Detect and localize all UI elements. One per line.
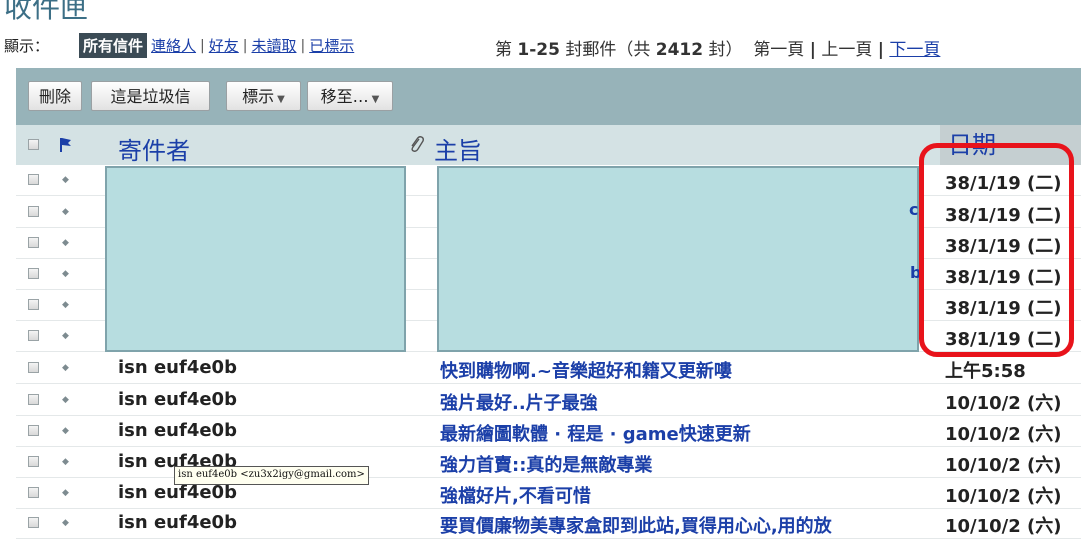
flag-icon[interactable]	[59, 137, 73, 153]
subject-column-header[interactable]: 主旨	[434, 131, 482, 166]
message-sender: isn euf4e0b	[118, 482, 237, 503]
row-checkbox[interactable]	[28, 362, 39, 373]
mark-label: 標示	[242, 87, 275, 106]
filter-separator: |	[242, 37, 248, 54]
message-subject-link[interactable]: 快到購物啊.~音樂超好和籍又更新嘍	[440, 357, 946, 383]
message-subject-link[interactable]: 最新繪圖軟體 · 程是 · game快速更新	[440, 420, 946, 446]
message-sender: isn euf4e0b	[118, 512, 237, 533]
dot-flag-icon[interactable]: ◆	[62, 488, 69, 498]
row-checkbox[interactable]	[28, 299, 39, 310]
message-row[interactable]: ◆ isn euf4e0b 快到購物啊.~音樂超好和籍又更新嘍 上午5:58	[16, 353, 1081, 384]
filter-separator: |	[300, 37, 306, 54]
message-date: 10/10/2 (六)	[945, 424, 1062, 445]
message-date: 10/10/2 (六)	[945, 455, 1062, 476]
message-row[interactable]: ◆ isn euf4e0b 要買價廉物美專家盒即到此站,買得用心心,用的放 10…	[16, 508, 1081, 539]
filter-all-mail[interactable]: 所有信件	[79, 33, 148, 58]
pager-mid: 封郵件（共	[559, 40, 656, 60]
chevron-down-icon: ▼	[277, 94, 285, 105]
prev-page-label: 上一頁	[821, 40, 873, 60]
next-page-link[interactable]: 下一頁	[889, 40, 940, 60]
pager-suffix: 封）	[703, 40, 743, 60]
message-date: 10/10/2 (六)	[945, 516, 1062, 537]
row-checkbox[interactable]	[28, 268, 39, 279]
pager-separator: |	[877, 40, 884, 60]
message-sender: isn euf4e0b	[118, 389, 237, 410]
row-checkbox[interactable]	[28, 425, 39, 436]
filter-links: 所有信件 連絡人 | 好友 | 未讀取 | 已標示	[79, 33, 358, 58]
message-subject-link[interactable]: 強檔好片,不看可惜	[440, 482, 946, 508]
filter-bar: 顯示： 所有信件 連絡人 | 好友 | 未讀取 | 已標示 第 1-25 封郵件…	[0, 32, 1081, 62]
message-date: 10/10/2 (六)	[945, 393, 1062, 414]
row-checkbox[interactable]	[28, 517, 39, 528]
truncated-subject-fragment: c	[909, 200, 919, 219]
message-row[interactable]: ◆ isn euf4e0b 最新繪圖軟體 · 程是 · game快速更新 10/…	[16, 416, 1081, 447]
filter-unread[interactable]: 未讀取	[251, 35, 296, 56]
message-sender: isn euf4e0b	[118, 420, 237, 441]
filter-flagged[interactable]: 已標示	[309, 35, 354, 56]
dot-flag-icon[interactable]: ◆	[62, 175, 69, 185]
delete-button[interactable]: 刪除	[28, 81, 82, 111]
sender-column-header[interactable]: 寄件者	[118, 131, 190, 166]
filter-separator: |	[200, 37, 205, 54]
spam-label: 這是垃圾信	[110, 87, 191, 106]
pagination: 第 1-25 封郵件（共 2412 封） 第一頁 | 上一頁 | 下一頁	[495, 35, 940, 60]
paperclip-icon	[411, 136, 424, 152]
chevron-down-icon: ▼	[371, 94, 380, 105]
dot-flag-icon[interactable]: ◆	[62, 300, 69, 310]
pager-range: 1-25	[517, 40, 560, 60]
dot-flag-icon[interactable]: ◆	[62, 426, 69, 436]
row-checkbox[interactable]	[28, 330, 39, 341]
message-date: 上午5:58	[945, 361, 1026, 382]
row-checkbox[interactable]	[28, 206, 39, 217]
message-subject-link[interactable]: 強力首賣::真的是無敵專業	[440, 451, 946, 477]
first-page-label: 第一頁	[753, 40, 805, 60]
spam-button[interactable]: 這是垃圾信	[91, 81, 210, 111]
pager-separator: |	[809, 40, 816, 60]
dot-flag-icon[interactable]: ◆	[62, 457, 69, 467]
move-to-dropdown[interactable]: 移至… ▼	[307, 81, 393, 111]
redaction-block-sender	[105, 166, 406, 352]
mail-toolbar: 刪除 這是垃圾信 標示 ▼ 移至… ▼	[16, 68, 1081, 125]
message-row[interactable]: ◆ isn euf4e0b 強片最好..片子最強 10/10/2 (六)	[16, 385, 1081, 416]
dot-flag-icon[interactable]: ◆	[62, 363, 69, 373]
dot-flag-icon[interactable]: ◆	[62, 395, 69, 405]
message-subject-link[interactable]: 要買價廉物美專家盒即到此站,買得用心心,用的放	[440, 512, 946, 538]
mark-dropdown[interactable]: 標示 ▼	[226, 81, 301, 111]
message-sender: isn euf4e0b	[118, 357, 237, 378]
filter-friends[interactable]: 好友	[209, 35, 239, 56]
dot-flag-icon[interactable]: ◆	[62, 331, 69, 341]
sender-tooltip: isn euf4e0b <zu3x2igy@gmail.com>	[174, 466, 369, 485]
pager-total: 2412	[655, 40, 704, 60]
row-checkbox[interactable]	[28, 487, 39, 498]
dot-flag-icon[interactable]: ◆	[62, 269, 69, 279]
delete-label: 刪除	[38, 87, 71, 106]
dot-flag-icon[interactable]: ◆	[62, 207, 69, 217]
select-all-checkbox[interactable]	[28, 139, 39, 150]
dot-flag-icon[interactable]: ◆	[62, 238, 69, 248]
message-subject-link[interactable]: 強片最好..片子最強	[440, 389, 946, 415]
move-label: 移至…	[320, 87, 369, 106]
row-checkbox[interactable]	[28, 456, 39, 467]
row-checkbox[interactable]	[28, 394, 39, 405]
pager-prefix: 第	[495, 40, 518, 60]
filter-contacts[interactable]: 連絡人	[151, 35, 196, 56]
show-label: 顯示：	[4, 37, 50, 55]
dot-flag-icon[interactable]: ◆	[62, 518, 69, 528]
page-title: 收件匣	[4, 0, 89, 24]
row-checkbox[interactable]	[28, 174, 39, 185]
redaction-block-subject	[437, 166, 919, 352]
date-highlight-annotation	[919, 143, 1074, 357]
message-date: 10/10/2 (六)	[945, 486, 1062, 507]
row-checkbox[interactable]	[28, 237, 39, 248]
